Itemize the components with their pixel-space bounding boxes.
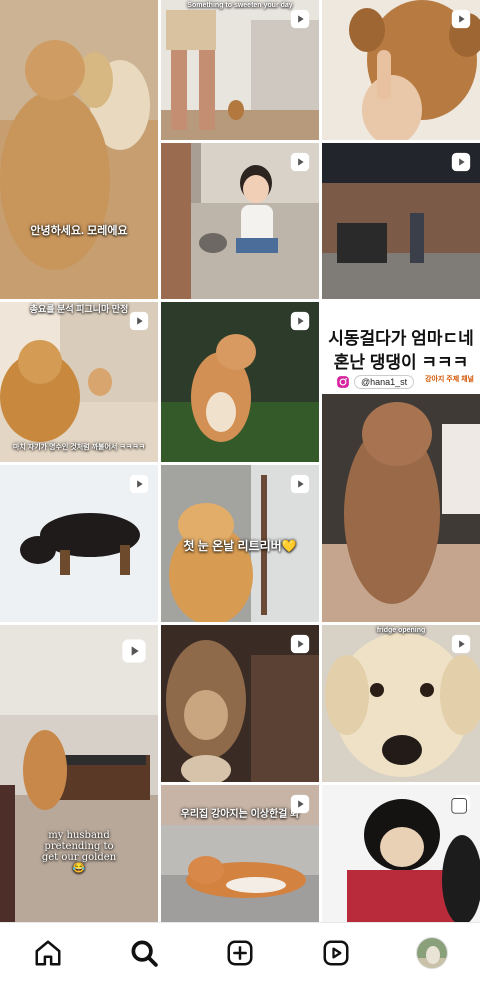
grid-tile-walking-dog[interactable]: Something to sweeten your day <box>161 0 319 140</box>
avatar <box>416 937 448 969</box>
reel-icon <box>289 793 311 815</box>
grid-tile-fridge-opening[interactable]: fridge opening <box>322 625 480 782</box>
instagram-icon <box>337 376 349 388</box>
handle-badge: @hana1_st <box>332 374 420 390</box>
grid-tile-patio-night[interactable] <box>322 143 480 299</box>
search-icon <box>131 940 158 967</box>
multi-post-icon <box>450 793 472 815</box>
tile-caption: 첫 눈 온날 리트리버💛 <box>183 539 297 553</box>
grid-tile-corgi-couch[interactable]: 우리집 강아지는 이상한걸 봐 <box>161 785 319 922</box>
reel-icon <box>128 473 150 495</box>
brand-label: 강아지 주제 채널 <box>425 376 474 383</box>
reel-icon <box>289 8 311 30</box>
reel-icon <box>289 633 311 655</box>
tile-image <box>0 625 158 922</box>
post-headline-line1: 시동걸다가 엄마ㄷ네 <box>328 329 474 348</box>
handle-text: @hana1_st <box>354 375 415 389</box>
nav-profile-button[interactable] <box>408 929 456 977</box>
grid-tile-retriever-first-snow[interactable]: 첫 눈 온날 리트리버💛 <box>161 465 319 622</box>
nav-reels-button[interactable] <box>312 929 360 977</box>
reel-icon <box>450 633 472 655</box>
grid-tile-husband-golden[interactable]: my husband pretending to get our golden … <box>0 625 158 922</box>
nav-create-button[interactable] <box>216 929 264 977</box>
explore-grid: 안녕하세요. 모레에요 Something to sweeten your da… <box>0 0 480 922</box>
reel-icon <box>450 151 472 173</box>
reels-icon <box>323 940 349 966</box>
post-headline-line2: 혼난 댕댕이 ㅋㅋㅋ <box>333 353 469 372</box>
reel-icon <box>128 310 150 332</box>
tile-caption: 안녕하세요. 모레에요 <box>30 225 128 237</box>
reel-icon <box>289 151 311 173</box>
tile-caption: my husband pretending to get our golden … <box>41 830 117 874</box>
home-icon <box>35 940 61 966</box>
grid-tile-toddler-cat[interactable] <box>161 143 319 299</box>
reel-icon <box>289 473 311 495</box>
create-icon <box>227 940 253 966</box>
grid-tile-shiba-grass[interactable] <box>161 302 319 462</box>
grid-tile-golden-floor[interactable]: 안녕하세요. 모레에요 <box>0 0 158 299</box>
reel-icon <box>289 310 311 332</box>
explore-page: 안녕하세요. 모레에요 Something to sweeten your da… <box>0 0 480 983</box>
grid-tile-dog-finger[interactable] <box>322 0 480 140</box>
grid-tile-smiling-dog[interactable] <box>161 625 319 782</box>
grid-tile-poodle-post[interactable]: 시동걸다가 엄마ㄷ네 혼난 댕댕이 ㅋㅋㅋ @hana1_st 강아지 주제 채… <box>322 302 480 622</box>
reel-icon <box>120 637 148 665</box>
nav-search-button[interactable] <box>120 929 168 977</box>
grid-tile-shiba-scarf[interactable] <box>322 785 480 922</box>
nav-home-button[interactable] <box>24 929 72 977</box>
grid-tile-golden-puppy[interactable]: 총요를 분석 피그니마 만정 마치 자기가 명수인 것처럼 까불어서 ㅋㅋㅋㅋ <box>0 302 158 462</box>
tile-image <box>322 394 480 622</box>
tile-image <box>0 0 158 299</box>
bottom-nav <box>0 922 480 983</box>
reel-icon <box>450 8 472 30</box>
tile-caption: 마치 자기가 명수인 것처럼 까불어서 ㅋㅋㅋㅋ <box>12 444 146 451</box>
grid-tile-dog-snow[interactable] <box>0 465 158 622</box>
